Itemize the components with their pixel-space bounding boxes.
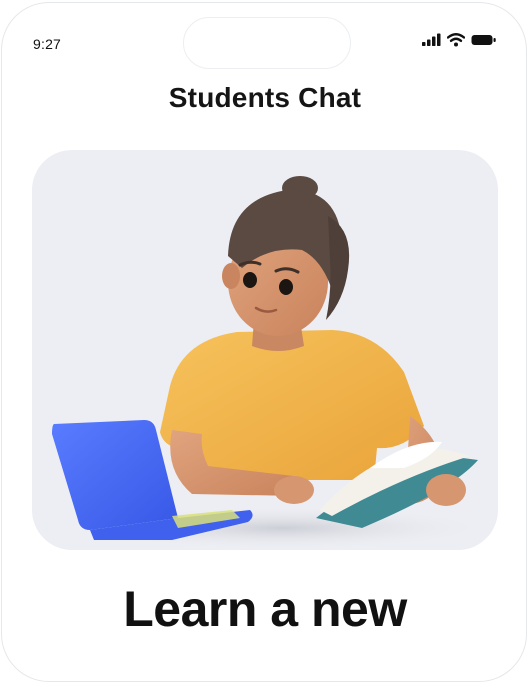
wifi-icon [447,33,465,47]
onboarding-headline: Learn a new [123,581,407,637]
phone-screen: 9:27 Students Chat Learn a new [0,0,530,682]
student-studying-illustration [52,176,497,550]
hero-illustration-card [32,150,498,550]
hair-bun [282,176,318,200]
dynamic-island [183,17,351,69]
right-hand [426,474,466,506]
right-eye [279,279,293,295]
ear [222,263,240,289]
status-time: 9:27 [33,36,62,52]
battery-icon [471,35,496,45]
left-eye [243,272,257,288]
status-icons [420,33,500,47]
signal-icon [422,33,441,46]
page-title: Students Chat [168,82,362,113]
left-hand [274,476,314,504]
status-bar: 9:27 [0,0,530,90]
laptop-screen [52,420,178,530]
